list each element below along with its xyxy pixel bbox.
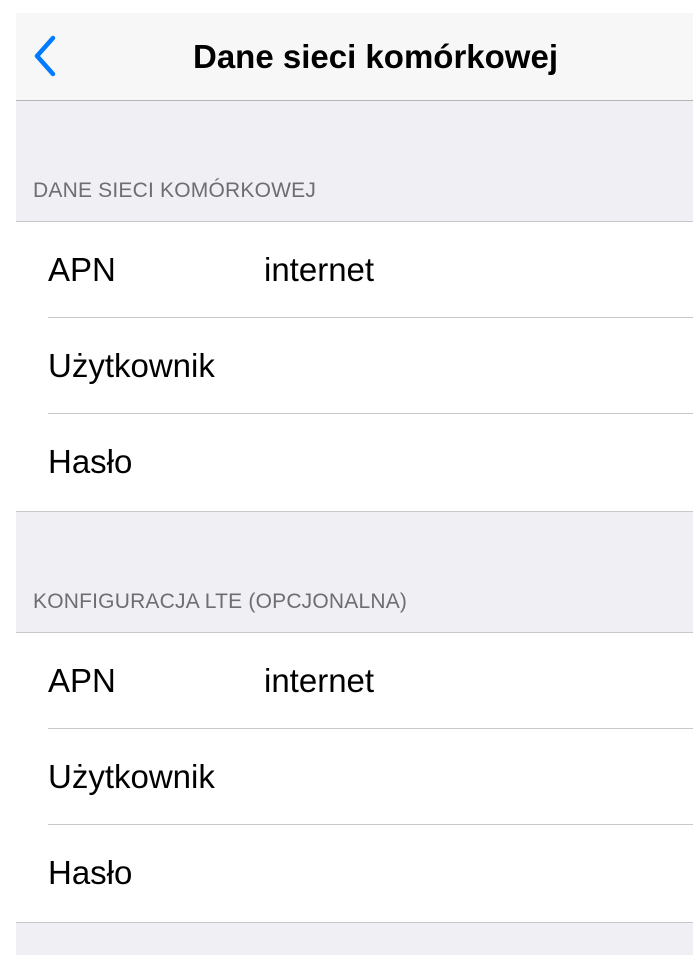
lte-password-field[interactable]: Hasło <box>16 824 693 921</box>
lte-apn-field[interactable]: APN internet <box>16 633 693 729</box>
lte-username-value[interactable] <box>264 729 673 825</box>
apn-field[interactable]: APN internet <box>16 222 693 318</box>
username-field[interactable]: Użytkownik <box>16 317 693 414</box>
navigation-bar: Dane sieci komórkowej <box>16 13 693 101</box>
section-header-cellular-data: DANE SIECI KOMÓRKOWEJ <box>16 101 693 221</box>
settings-screen: Dane sieci komórkowej DANE SIECI KOMÓRKO… <box>16 13 693 955</box>
lte-username-field[interactable]: Użytkownik <box>16 728 693 825</box>
apn-value[interactable]: internet <box>264 222 673 318</box>
password-value[interactable] <box>264 414 673 510</box>
section-header-label: KONFIGURACJA LTE (OPCJONALNA) <box>33 590 408 613</box>
page-title: Dane sieci komórkowej <box>193 38 558 75</box>
section-header-label: DANE SIECI KOMÓRKOWEJ <box>33 179 317 202</box>
password-field[interactable]: Hasło <box>16 413 693 510</box>
username-label: Użytkownik <box>48 347 215 384</box>
cellular-data-group: APN internet Użytkownik Hasło <box>16 221 693 512</box>
username-value[interactable] <box>264 318 673 414</box>
section-header-lte-config: KONFIGURACJA LTE (OPCJONALNA) <box>16 512 693 632</box>
password-label: Hasło <box>48 443 133 480</box>
lte-apn-value[interactable]: internet <box>264 633 673 729</box>
lte-password-value[interactable] <box>264 825 673 921</box>
lte-password-label: Hasło <box>48 854 133 891</box>
lte-apn-label: APN <box>48 662 116 699</box>
apn-label: APN <box>48 251 116 288</box>
lte-config-group: APN internet Użytkownik Hasło <box>16 632 693 923</box>
lte-username-label: Użytkownik <box>48 758 215 795</box>
